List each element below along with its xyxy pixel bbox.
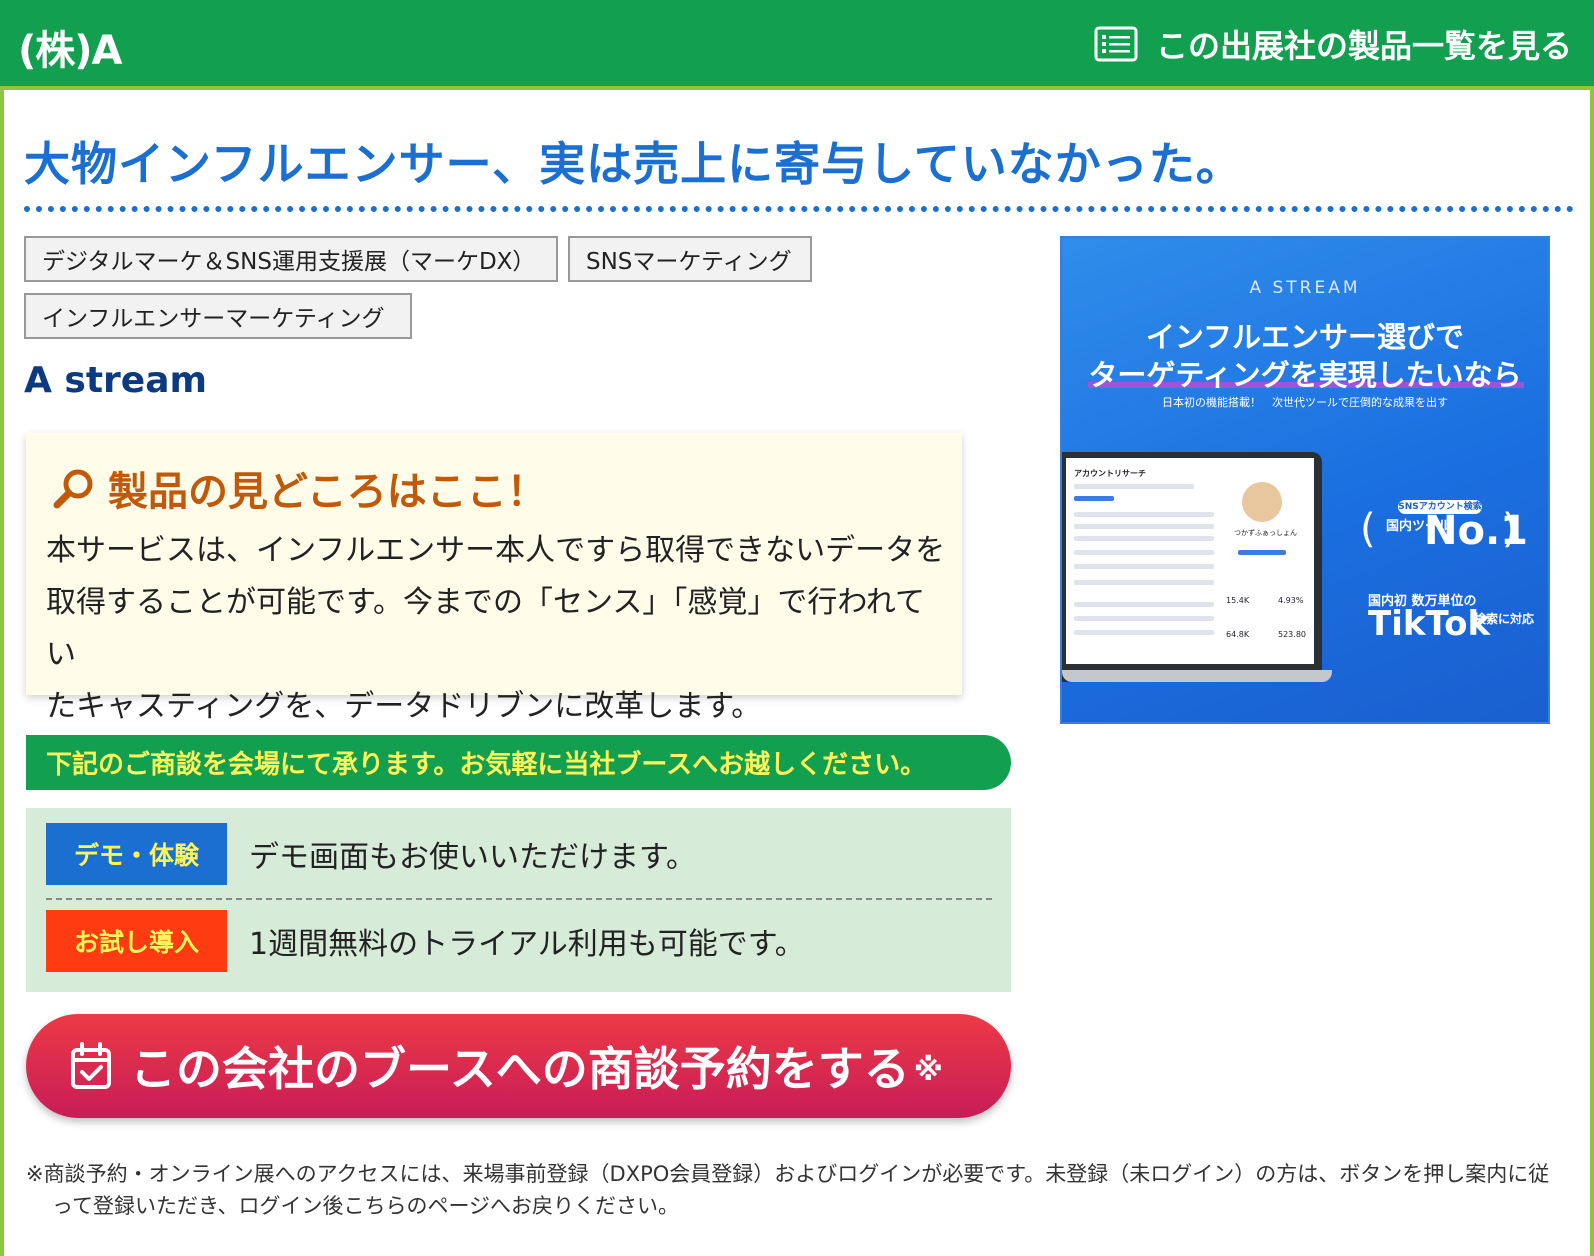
- trial-text: 1週間無料のトライアル利用も可能です。: [249, 927, 805, 962]
- company-name: (株)A: [18, 28, 123, 74]
- banner-brand: A STREAM: [1249, 278, 1361, 298]
- stat-value: 4.93%: [1278, 596, 1304, 605]
- products-list-link[interactable]: この出展社の製品一覧を見る: [1094, 22, 1572, 66]
- highlight-line: 取得することが可能です。今までの「センス」「感覚」で行われてい: [46, 585, 925, 672]
- product-banner-image: A STREAM インフルエンサー選びで ターゲティングを実現したいなら 日本初…: [1060, 236, 1550, 724]
- banner-headline-1: インフルエンサー選びで: [1145, 320, 1465, 354]
- meeting-option-demo: デモ・体験 デモ画面もお使いいただけます。: [26, 822, 1011, 886]
- stat-value: 523.80: [1278, 630, 1306, 639]
- highlight-title: 製品の見どころはここ！: [52, 459, 547, 517]
- laptop-screen: アカウントリサーチ つかずふぁっしょん 15.4K 4.93% 64.8K 52…: [1066, 458, 1314, 664]
- meeting-option-trial: お試し導入 1週間無料のトライアル利用も可能です。: [26, 909, 1011, 973]
- meeting-options: デモ・体験 デモ画面もお使いいただけます。 お試し導入 1週間無料のトライアル利…: [26, 808, 1011, 992]
- highlight-description: 本サービスは、インフルエンサー本人ですら取得できないデータを 取得することが可能…: [46, 525, 946, 733]
- header-bar: (株)A この出展社の製品一覧を見る: [0, 0, 1594, 90]
- demo-text: デモ画面もお使いいただけます。: [249, 840, 696, 875]
- laurel-left-icon: (: [1360, 506, 1376, 552]
- laptop-mockup: アカウントリサーチ つかずふぁっしょん 15.4K 4.93% 64.8K 52…: [1062, 452, 1322, 682]
- product-headline: 大物インフルエンサー、実は売上に寄与していなかった。: [24, 137, 1243, 191]
- reserve-meeting-button[interactable]: この会社のブースへの商談予約をする ※: [26, 1014, 1011, 1118]
- tag-influencer-marketing[interactable]: インフルエンサーマーケティング: [24, 293, 412, 339]
- list-icon: [1094, 26, 1138, 62]
- meeting-divider: [46, 898, 992, 900]
- product-name: A stream: [24, 360, 208, 401]
- tag-sns-marketing[interactable]: SNSマーケティング: [568, 236, 812, 282]
- stat-value: 64.8K: [1226, 630, 1250, 639]
- headline-divider: [24, 206, 1574, 212]
- reserve-note-mark: ※: [913, 1052, 943, 1088]
- exhibitor-card: (株)A この出展社の製品一覧を見る 大物インフルエンサー、実は売上に寄与してい…: [0, 0, 1594, 1256]
- screen-title: アカウントリサーチ: [1074, 469, 1146, 478]
- avatar: [1242, 482, 1282, 522]
- banner-tiktok: TikTok: [1368, 604, 1491, 644]
- magnifier-icon: [53, 469, 93, 509]
- highlight-line: たキャスティングを、データドリブンに改革します。: [46, 689, 762, 724]
- laurel-right-icon: ): [1502, 506, 1518, 552]
- screen-account-name: つかずふぁっしょん: [1234, 529, 1297, 537]
- banner-subtext: 日本初の機能搭載！ 次世代ツールで圧倒的な成果を出す: [1162, 396, 1448, 409]
- banner-headline-2: ターゲティングを実現したいなら: [1088, 358, 1522, 392]
- banner-tiktok-sub: 検索に対応: [1474, 612, 1535, 626]
- meeting-banner: 下記のご商談を会場にて承ります。お気軽に当社ブースへお越しください。: [26, 735, 1011, 790]
- registration-footnote: ※商談予約・オンライン展へのアクセスには、来場事前登録（DXPO会員登録）および…: [26, 1162, 1550, 1218]
- tag-exhibition[interactable]: デジタルマーケ＆SNS運用支援展（マーケDX）: [24, 236, 558, 282]
- demo-label: デモ・体験: [46, 823, 227, 885]
- trial-label: お試し導入: [46, 910, 227, 972]
- highlight-title-text: 製品の見どころはここ！: [108, 469, 547, 515]
- stat-value: 15.4K: [1226, 596, 1250, 605]
- highlight-line: 本サービスは、インフルエンサー本人ですら取得できないデータを: [46, 533, 946, 568]
- highlight-box: 製品の見どころはここ！ 本サービスは、インフルエンサー本人ですら取得できないデー…: [26, 433, 962, 724]
- reserve-button-label: この会社のブースへの商談予約をする: [130, 1042, 910, 1096]
- products-link-label: この出展社の製品一覧を見る: [1155, 27, 1572, 65]
- laptop-base: [1062, 670, 1332, 682]
- calendar-check-icon: [71, 1042, 111, 1089]
